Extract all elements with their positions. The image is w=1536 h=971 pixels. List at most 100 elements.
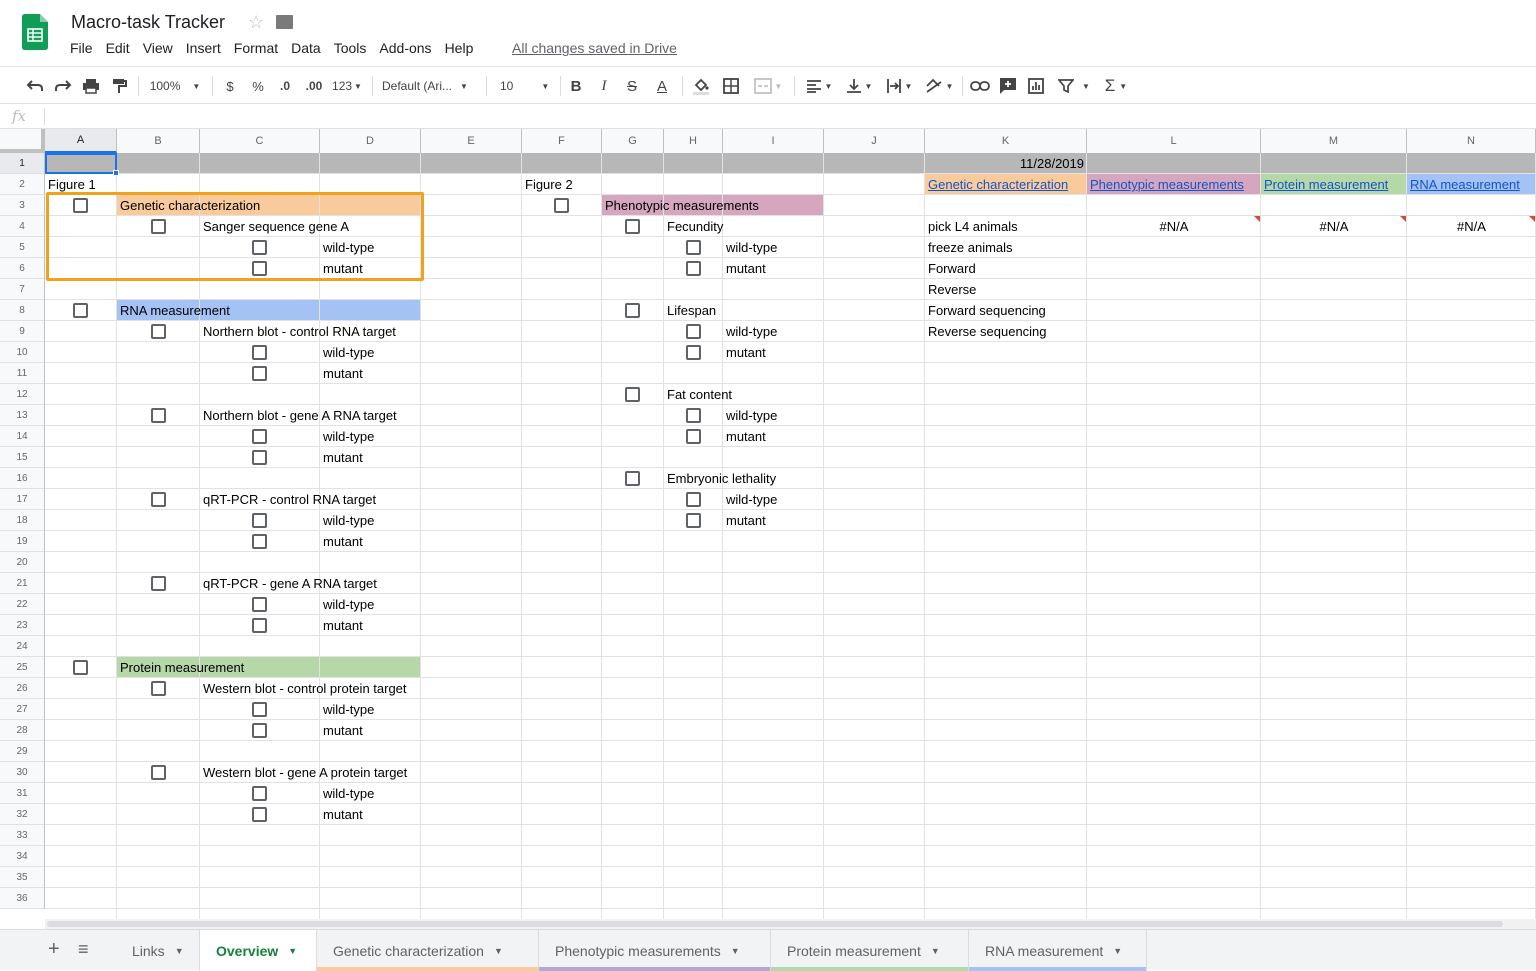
borders-icon[interactable] <box>720 75 742 97</box>
row-header-5[interactable]: 5 <box>0 237 45 258</box>
checkbox-northern-geneA[interactable] <box>150 408 166 423</box>
checkbox-fat-content-wildtype[interactable] <box>685 408 701 423</box>
merge-cells-icon[interactable]: ▼ <box>750 75 786 97</box>
row-header-14[interactable]: 14 <box>0 426 45 447</box>
checkbox-embryonic-lethality-wildtype[interactable] <box>685 492 701 507</box>
link-genetic-characterization[interactable]: Genetic characterization <box>925 174 1087 195</box>
checkbox-lifespan[interactable] <box>625 303 640 318</box>
column-header-g[interactable]: G <box>602 129 664 153</box>
column-header-m[interactable]: M <box>1261 129 1407 153</box>
row-header-36[interactable]: 36 <box>0 888 45 909</box>
tab-rna-measurement[interactable]: RNA measurement ▼ <box>969 930 1147 971</box>
row-header-15[interactable]: 15 <box>0 447 45 468</box>
menu-edit[interactable]: Edit <box>106 40 130 56</box>
column-header-l[interactable]: L <box>1087 129 1261 153</box>
fill-color-icon[interactable] <box>690 75 712 97</box>
column-header-n[interactable]: N <box>1407 129 1536 153</box>
functions-button[interactable]: Σ ▼ <box>1100 75 1132 97</box>
checkbox-western-control-mutant[interactable] <box>252 723 267 738</box>
menu-tools[interactable]: Tools <box>334 40 367 56</box>
row-header-23[interactable]: 23 <box>0 615 45 636</box>
row-header-25[interactable]: 25 <box>0 657 45 678</box>
horizontal-align-icon[interactable]: ▼ <box>802 75 836 97</box>
checkbox-qrt-geneA-mutant[interactable] <box>252 618 267 633</box>
checkbox-northern-control[interactable] <box>150 324 166 339</box>
selected-cell-a1[interactable] <box>45 153 117 174</box>
row-header-7[interactable]: 7 <box>0 279 45 300</box>
checkbox-fecundity-wildtype[interactable] <box>685 240 701 255</box>
checkbox-embryonic-lethality[interactable] <box>625 471 640 486</box>
row-header-21[interactable]: 21 <box>0 573 45 594</box>
folder-icon[interactable] <box>276 15 293 29</box>
redo-icon[interactable] <box>52 75 74 97</box>
column-header-h[interactable]: H <box>664 129 723 153</box>
checkbox-protein[interactable] <box>73 660 88 675</box>
row-header-1[interactable]: 1 <box>0 153 45 174</box>
row-header-34[interactable]: 34 <box>0 846 45 867</box>
checkbox-western-geneA-wildtype[interactable] <box>252 786 267 801</box>
add-sheet-icon[interactable]: + <box>48 938 60 961</box>
fill-handle[interactable] <box>113 170 119 176</box>
select-all-corner[interactable] <box>0 129 45 153</box>
checkbox-fat-content-mutant[interactable] <box>685 429 701 444</box>
print-icon[interactable] <box>80 75 102 97</box>
text-wrapping-icon[interactable]: ▼ <box>882 75 916 97</box>
tab-overview[interactable]: Overview ▼ <box>200 930 317 971</box>
increase-decimal-button[interactable]: .00 <box>302 75 326 97</box>
column-header-i[interactable]: I <box>723 129 824 153</box>
insert-link-icon[interactable] <box>968 75 992 97</box>
checkbox-lifespan-wildtype[interactable] <box>685 324 701 339</box>
decrease-decimal-button[interactable]: .0 <box>274 75 296 97</box>
checkbox-northern-control-wildtype[interactable] <box>252 345 267 360</box>
row-header-9[interactable]: 9 <box>0 321 45 342</box>
row-header-26[interactable]: 26 <box>0 678 45 699</box>
checkbox-lifespan-mutant[interactable] <box>685 345 701 360</box>
row-header-6[interactable]: 6 <box>0 258 45 279</box>
row-header-27[interactable]: 27 <box>0 699 45 720</box>
column-header-f[interactable]: F <box>522 129 602 153</box>
tab-protein-measurement[interactable]: Protein measurement ▼ <box>771 930 969 971</box>
bold-button[interactable]: B <box>566 75 586 97</box>
percent-format-button[interactable]: % <box>248 75 268 97</box>
checkbox-qrt-control-mutant[interactable] <box>252 534 267 549</box>
row-header-18[interactable]: 18 <box>0 510 45 531</box>
checkbox-qrt-geneA[interactable] <box>150 576 166 591</box>
row-header-3[interactable]: 3 <box>0 195 45 216</box>
menu-view[interactable]: View <box>143 40 173 56</box>
checkbox-fat-content[interactable] <box>625 387 640 402</box>
checkbox-fecundity[interactable] <box>625 219 640 234</box>
checkbox-rna[interactable] <box>73 303 88 318</box>
row-header-13[interactable]: 13 <box>0 405 45 426</box>
checkbox-northern-geneA-wildtype[interactable] <box>252 429 267 444</box>
row-header-32[interactable]: 32 <box>0 804 45 825</box>
font-size-select[interactable]: 10 ▼ <box>496 75 554 97</box>
row-header-35[interactable]: 35 <box>0 867 45 888</box>
zoom-select[interactable]: 100% ▼ <box>146 75 204 97</box>
checkbox-northern-geneA-mutant[interactable] <box>252 450 267 465</box>
row-header-2[interactable]: 2 <box>0 174 45 195</box>
row-header-4[interactable]: 4 <box>0 216 45 237</box>
currency-format-button[interactable]: $ <box>220 75 240 97</box>
row-header-8[interactable]: 8 <box>0 300 45 321</box>
star-icon[interactable]: ☆ <box>248 12 264 33</box>
column-header-k[interactable]: K <box>925 129 1087 153</box>
column-header-e[interactable]: E <box>421 129 522 153</box>
link-rna-measurement[interactable]: RNA measurement <box>1407 174 1536 195</box>
row-header-11[interactable]: 11 <box>0 363 45 384</box>
row-header-29[interactable]: 29 <box>0 741 45 762</box>
menu-file[interactable]: File <box>70 40 93 56</box>
checkbox-western-geneA-mutant[interactable] <box>252 807 267 822</box>
row-header-33[interactable]: 33 <box>0 825 45 846</box>
column-header-c[interactable]: C <box>200 129 320 153</box>
checkbox-qrt-geneA-wildtype[interactable] <box>252 597 267 612</box>
row-header-17[interactable]: 17 <box>0 489 45 510</box>
menu-help[interactable]: Help <box>445 40 474 56</box>
menu-addons[interactable]: Add-ons <box>379 40 431 56</box>
tab-links[interactable]: Links ▼ <box>116 930 200 971</box>
row-header-12[interactable]: 12 <box>0 384 45 405</box>
menu-format[interactable]: Format <box>234 40 278 56</box>
tab-genetic-characterization[interactable]: Genetic characterization ▼ <box>317 930 539 971</box>
horizontal-scrollbar[interactable] <box>45 919 1536 929</box>
checkbox-western-geneA[interactable] <box>150 765 166 780</box>
row-header-24[interactable]: 24 <box>0 636 45 657</box>
